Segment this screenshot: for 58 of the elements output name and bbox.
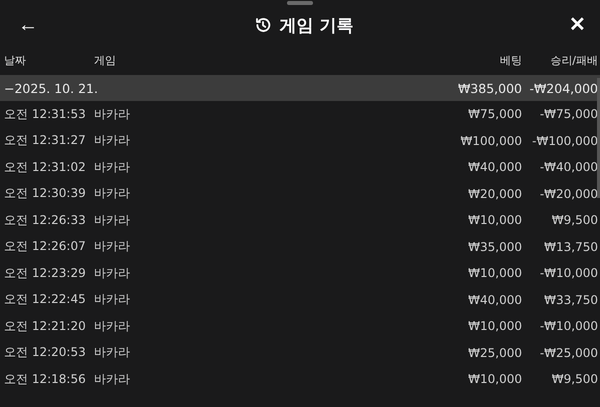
table-cell-text: 오전 12:30:39 bbox=[4, 185, 87, 202]
table-cell-text: ₩10,000 bbox=[467, 213, 522, 228]
table-cell-text: 오전 12:21:20 bbox=[4, 318, 87, 335]
table-cell-text: 오전 12:22:45 bbox=[4, 291, 87, 308]
table-cell-text: 오전 12:31:27 bbox=[4, 132, 87, 150]
table-cell-text: 바카라 bbox=[94, 238, 131, 256]
table-cell-text: ₩10,000 bbox=[467, 266, 522, 280]
table-cell-text: 오전 12:26:33 bbox=[4, 212, 87, 229]
table-cell-text: 바카라 bbox=[94, 106, 131, 123]
table-cell-text: 바카라 bbox=[94, 158, 131, 176]
table-cell-text: 오전 12:31:53 bbox=[4, 106, 87, 123]
table-cell-text: -₩25,000 bbox=[538, 346, 598, 360]
table-cell-text: ₩9,500 bbox=[550, 372, 598, 386]
table-cell-text: -₩10,000 bbox=[538, 266, 598, 280]
table-cell-text: ₩35,000 bbox=[467, 240, 522, 254]
table-cell-text: 바카라 bbox=[94, 370, 131, 388]
window-title: 게임 기록 bbox=[280, 14, 354, 36]
table-cell-text: 오전 12:23:29 bbox=[4, 264, 87, 282]
table-cell-text: ₩385,000 bbox=[456, 80, 522, 96]
table-cell-text: 오전 12:26:07 bbox=[4, 238, 87, 256]
drag-handle[interactable] bbox=[287, 1, 313, 5]
table-cell-text: -₩75,000 bbox=[538, 107, 598, 122]
back-button[interactable]: ← bbox=[14, 15, 42, 35]
table-cell-text: 오전 12:20:53 bbox=[4, 344, 87, 362]
column-header: 베팅 bbox=[499, 52, 522, 68]
table-cell-text: -₩40,000 bbox=[538, 160, 598, 174]
table-cell-text: ₩100,000 bbox=[460, 134, 522, 148]
table-cell-text: ₩20,000 bbox=[467, 186, 522, 201]
table-cell-text: ₩75,000 bbox=[467, 107, 522, 122]
table-cell-text: 오전 12:18:56 bbox=[4, 370, 87, 388]
table-cell-text: ₩10,000 bbox=[467, 319, 522, 334]
table-cell-text: -₩10,000 bbox=[538, 319, 598, 334]
table-cell-text: 바카라 bbox=[94, 185, 131, 202]
date-group-row[interactable]: −2025. 10. 21. ₩385,000 -₩204,000 bbox=[0, 75, 600, 101]
close-button[interactable]: ✕ bbox=[564, 15, 590, 35]
group-date: −2025. 10. 21. bbox=[4, 80, 99, 96]
table-cell-text: 바카라 bbox=[94, 132, 131, 150]
table-cell-text: 오전 12:31:02 bbox=[4, 158, 87, 176]
table-cell-text: ₩40,000 bbox=[467, 160, 522, 174]
table-cell-text: -₩100,000 bbox=[531, 134, 598, 148]
table-cell-text: 바카라 bbox=[94, 344, 131, 362]
table-cell-text: ₩25,000 bbox=[467, 346, 522, 360]
table-cell-text: -₩20,000 bbox=[538, 186, 598, 201]
history-icon bbox=[254, 16, 272, 34]
table-cell-text: ₩10,000 bbox=[467, 372, 522, 386]
table-cell-text: ₩33,750 bbox=[543, 292, 598, 307]
table-cell-text: 바카라 bbox=[94, 291, 131, 308]
column-header: 날짜 bbox=[4, 52, 27, 68]
table-cell-text: ₩9,500 bbox=[550, 213, 598, 228]
table-cell-text: 바카라 bbox=[94, 318, 131, 335]
column-header: 승리/패배 bbox=[549, 52, 598, 68]
table-cell-text: 바카라 bbox=[94, 212, 131, 229]
table-cell-text: ₩13,750 bbox=[543, 240, 598, 254]
table-cell-text: ₩40,000 bbox=[467, 292, 522, 307]
scrollbar[interactable] bbox=[597, 78, 600, 198]
table-cell-text: -₩204,000 bbox=[528, 80, 598, 96]
table-cell-text: 바카라 bbox=[94, 264, 131, 282]
column-header: 게임 bbox=[94, 52, 117, 68]
